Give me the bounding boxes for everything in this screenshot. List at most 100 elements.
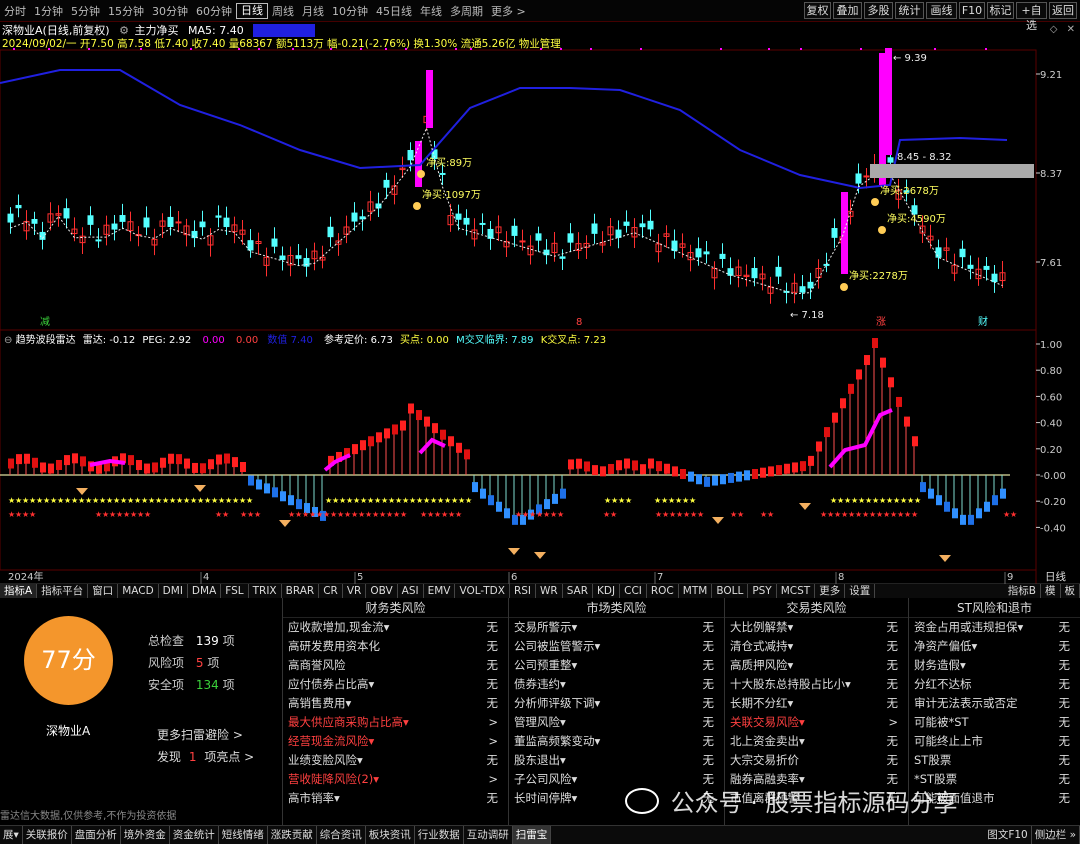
indicator-tab-right[interactable]: 指标B xyxy=(1004,584,1041,598)
status-tab[interactable]: 涨跌贡献 xyxy=(268,826,317,844)
signal-dot xyxy=(455,48,457,50)
risk-item[interactable]: 应收款增加,现金流▾ 无 xyxy=(283,618,508,637)
indicator-tab[interactable]: EMV xyxy=(424,584,456,598)
risk-item[interactable]: 管理风险▾ 无 xyxy=(509,713,724,732)
indicator-tab[interactable]: ASI xyxy=(398,584,424,598)
status-tab[interactable]: 关联报价 xyxy=(23,826,72,844)
indicator-tab[interactable]: CCI xyxy=(620,584,647,598)
kline-chart[interactable]: 9.21 8.37 7.61 1.00 0.80 0.60 0.40 0.20 -0.00 -0.… xyxy=(0,0,1080,600)
risk-item-status: 无 xyxy=(886,677,899,691)
indicator-tab[interactable]: DMI xyxy=(159,584,188,598)
status-tab[interactable]: 互动调研 xyxy=(464,826,513,844)
radar-block xyxy=(872,338,878,348)
indicator-tab[interactable]: TRIX xyxy=(249,584,282,598)
collapse-icon[interactable]: ⊖ xyxy=(4,335,12,346)
status-tab[interactable]: 境外资金 xyxy=(121,826,170,844)
status-right-button[interactable]: 侧边栏 » xyxy=(1032,826,1080,844)
risk-item[interactable]: 北上资金卖出▾ 无 xyxy=(725,732,908,751)
risk-item-status: 无 xyxy=(486,677,499,691)
risk-item[interactable]: 债券违约▾ 无 xyxy=(509,675,724,694)
risk-item[interactable]: 董监高频繁变动▾ 无 xyxy=(509,732,724,751)
indicator-tab[interactable]: OBV xyxy=(366,584,398,598)
radar-block xyxy=(736,471,742,482)
indicator-tab-right[interactable]: 板 xyxy=(1061,584,1080,598)
indicator-tab[interactable]: DMA xyxy=(188,584,222,598)
status-tab[interactable]: 资金统计 xyxy=(170,826,219,844)
risk-item[interactable]: 十大股东总持股占比小▾ 无 xyxy=(725,675,908,694)
risk-item[interactable]: 可能终止上市 无 xyxy=(909,732,1080,751)
risk-item[interactable]: 交易所警示▾ 无 xyxy=(509,618,724,637)
radar-block xyxy=(984,501,990,512)
risk-item[interactable]: 长期不分红▾ 无 xyxy=(725,694,908,713)
risk-item-status: 无 xyxy=(1058,791,1071,805)
indicator-tab[interactable]: 更多 xyxy=(815,584,846,598)
indicator-tab[interactable]: BRAR xyxy=(282,584,320,598)
star-mark-red: ★ xyxy=(697,510,704,519)
indicator-tab[interactable]: KDJ xyxy=(593,584,621,598)
risk-item[interactable]: 经营现金流风险▾ > xyxy=(283,732,508,751)
status-tab[interactable]: 盘面分析 xyxy=(72,826,121,844)
indicator-tab[interactable]: MACD xyxy=(118,584,159,598)
risk-item[interactable]: ST股票 无 xyxy=(909,751,1080,770)
risk-item-label: 大宗交易折价 xyxy=(730,753,799,767)
risk-item[interactable]: 最大供应商采购占比高▾ > xyxy=(283,713,508,732)
risk-item[interactable]: 高市销率▾ 无 xyxy=(283,789,508,808)
risk-item[interactable]: 营收陡降风险(2)▾ > xyxy=(283,770,508,789)
risk-item-status: 无 xyxy=(1058,639,1071,653)
candle xyxy=(287,246,294,277)
indicator-tab[interactable]: WR xyxy=(536,584,563,598)
risk-item[interactable]: 分红不达标 无 xyxy=(909,675,1080,694)
risk-item[interactable]: 高销售费用▾ 无 xyxy=(283,694,508,713)
indicator-tab[interactable]: ROC xyxy=(647,584,679,598)
indicator-tab[interactable]: 指标平台 xyxy=(37,584,89,598)
risk-item[interactable]: 清仓式减持▾ 无 xyxy=(725,637,908,656)
indicator-tab[interactable]: CR xyxy=(319,584,343,598)
risk-item[interactable]: 分析师评级下调▾ 无 xyxy=(509,694,724,713)
risk-item[interactable]: 高研发费用资本化 无 xyxy=(283,637,508,656)
indicator-tab-right[interactable]: 模 xyxy=(1041,584,1061,598)
risk-item[interactable]: 审计无法表示或否定 无 xyxy=(909,694,1080,713)
risk-item[interactable]: 公司被监管警示▾ 无 xyxy=(509,637,724,656)
candle xyxy=(487,220,494,250)
indicator-tab[interactable]: RSI xyxy=(510,584,536,598)
indicator-tab[interactable]: BOLL xyxy=(712,584,749,598)
risk-item[interactable]: 关联交易风险▾ > xyxy=(725,713,908,732)
risk-item[interactable]: 应付债券占比高▾ 无 xyxy=(283,675,508,694)
risk-item[interactable]: 业绩变脸风险▾ 无 xyxy=(283,751,508,770)
risk-item[interactable]: 大宗交易折价 无 xyxy=(725,751,908,770)
indicator-tab[interactable]: SAR xyxy=(563,584,594,598)
indicator-tab[interactable]: PSY xyxy=(748,584,777,598)
status-tab[interactable]: 短线情绪 xyxy=(219,826,268,844)
risk-item-label: 经营现金流风险▾ xyxy=(288,734,375,748)
risk-item[interactable]: 高质押风险▾ 无 xyxy=(725,656,908,675)
risk-item[interactable]: 高商誉风险 无 xyxy=(283,656,508,675)
indicator-tab[interactable]: FSL xyxy=(221,584,249,598)
status-tab[interactable]: 行业数据 xyxy=(415,826,464,844)
risk-item[interactable]: 股东退出▾ 无 xyxy=(509,751,724,770)
radar-block xyxy=(488,495,494,506)
status-right-button[interactable]: 图文F10 xyxy=(984,826,1032,844)
status-tab[interactable]: 展▾ xyxy=(0,826,23,844)
indicator-tab[interactable]: MCST xyxy=(777,584,816,598)
risk-item[interactable]: 资金占用或违规担保▾ 无 xyxy=(909,618,1080,637)
status-tab[interactable]: 综合资讯 xyxy=(317,826,366,844)
safe-label: 安全项 xyxy=(148,678,185,692)
risk-item[interactable]: 大比例解禁▾ 无 xyxy=(725,618,908,637)
indicator-tab[interactable]: VR xyxy=(343,584,367,598)
indicator-title-name[interactable]: 趋势波段雷达 xyxy=(16,335,76,346)
more-scan-link[interactable]: 更多扫雷避险 > xyxy=(157,726,243,743)
risk-item[interactable]: 公司预重整▾ 无 xyxy=(509,656,724,675)
status-tab[interactable]: 扫雷宝 xyxy=(512,826,552,844)
risk-item[interactable]: 可能被*ST 无 xyxy=(909,713,1080,732)
indicator-tab[interactable]: 窗口 xyxy=(88,584,119,598)
indicator-tab[interactable]: VOL-TDX xyxy=(455,584,510,598)
m-cross: M交叉临界: 7.89 xyxy=(456,335,534,346)
risk-item-label: 关联交易风险▾ xyxy=(730,715,805,729)
indicator-tab[interactable]: MTM xyxy=(679,584,713,598)
indicator-tab[interactable]: 设置 xyxy=(845,584,876,598)
status-tab[interactable]: 板块资讯 xyxy=(366,826,415,844)
risk-item[interactable]: 净资产偏低▾ 无 xyxy=(909,637,1080,656)
risk-item[interactable]: 财务造假▾ 无 xyxy=(909,656,1080,675)
highlight-link[interactable]: 发现 1 项亮点 > xyxy=(157,748,254,765)
indicator-tab[interactable]: 指标A xyxy=(0,584,38,598)
